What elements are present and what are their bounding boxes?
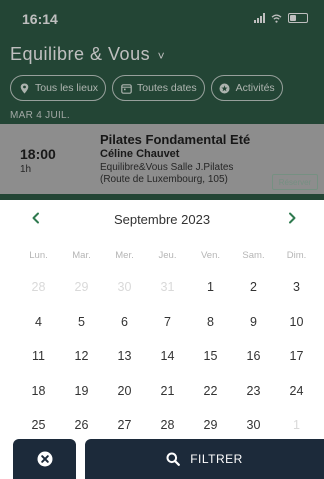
calendar-day[interactable]: 8 <box>189 305 232 340</box>
calendar-day[interactable]: 12 <box>60 339 103 374</box>
calendar-day[interactable]: 16 <box>232 339 275 374</box>
calendar-day-outside-month: 31 <box>160 280 175 295</box>
calendar-day[interactable]: 4 <box>17 305 60 340</box>
modal-overlay[interactable] <box>0 0 324 200</box>
search-icon <box>166 452 181 466</box>
calendar-day[interactable]: 9 <box>232 305 275 340</box>
calendar-day[interactable]: 13 <box>103 339 146 374</box>
calendar-day[interactable]: 26 <box>60 408 103 443</box>
close-icon <box>37 451 52 467</box>
calendar-day[interactable]: 1 <box>189 270 232 305</box>
calendar-day-outside-month: 1 <box>293 418 300 433</box>
calendar-day[interactable]: 25 <box>17 408 60 443</box>
calendar-day[interactable]: 2 <box>232 270 275 305</box>
calendar-day-outside-month: 28 <box>31 280 46 295</box>
calendar-day[interactable]: 29 <box>189 408 232 443</box>
weekday-label: Ven. <box>200 250 221 261</box>
calendar-day[interactable]: 27 <box>103 408 146 443</box>
weekday-row: Lun. Mar. Mer. Jeu. Ven. Sam. Dim. <box>17 250 319 261</box>
calendar-day[interactable]: 24 <box>275 374 318 409</box>
weekday-label: Lun. <box>29 250 48 261</box>
calendar-day[interactable]: 28 <box>146 408 189 443</box>
filter-button[interactable]: FILTRER <box>85 439 324 479</box>
calendar-day[interactable]: 5 <box>60 305 103 340</box>
day-grid: 28 29 30 31 1 2 3 4 5 6 7 8 9 10 11 12 13 14 15 16 17 18 19 20 2… <box>17 270 319 443</box>
calendar-day[interactable]: 10 <box>275 305 318 340</box>
calendar-day[interactable]: 30 <box>232 408 275 443</box>
calendar-day[interactable]: 22 <box>189 374 232 409</box>
date-picker-sheet: Septembre 2023 Lun. Mar. Mer. Jeu. Ven. Sam. D… <box>0 200 324 479</box>
calendar-day[interactable]: 6 <box>103 305 146 340</box>
calendar-day[interactable]: 20 <box>103 374 146 409</box>
weekday-label: Dim. <box>286 250 307 261</box>
filter-button-label: FILTRER <box>190 452 243 466</box>
calendar-day[interactable]: 17 <box>275 339 318 374</box>
next-month-button[interactable] <box>280 206 304 230</box>
calendar-day[interactable]: 21 <box>146 374 189 409</box>
calendar-day[interactable]: 11 <box>17 339 60 374</box>
calendar-day[interactable]: 7 <box>146 305 189 340</box>
chevron-right-icon <box>289 212 296 224</box>
calendar-day[interactable]: 18 <box>17 374 60 409</box>
weekday-label: Mar. <box>72 250 91 261</box>
month-label: Septembre 2023 <box>113 212 211 227</box>
weekday-label: Sam. <box>242 250 265 261</box>
calendar-day[interactable]: 3 <box>275 270 318 305</box>
calendar-day[interactable]: 19 <box>60 374 103 409</box>
calendar-header: Septembre 2023 <box>0 200 324 236</box>
calendar-day[interactable]: 14 <box>146 339 189 374</box>
calendar-day-outside-month: 30 <box>117 280 132 295</box>
calendar-day[interactable]: 23 <box>232 374 275 409</box>
close-button[interactable] <box>13 439 76 479</box>
calendar-day[interactable]: 15 <box>189 339 232 374</box>
weekday-label: Jeu. <box>158 250 177 261</box>
weekday-label: Mer. <box>115 250 134 261</box>
calendar-day-outside-month: 29 <box>74 280 89 295</box>
